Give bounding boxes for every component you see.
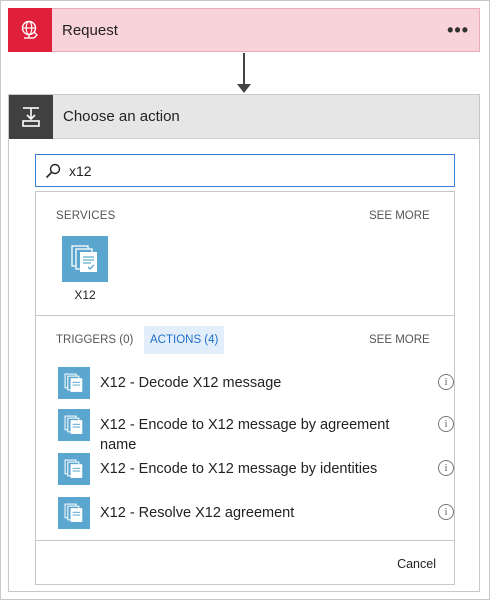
info-icon[interactable]: i bbox=[438, 374, 454, 390]
search-box[interactable] bbox=[35, 154, 455, 187]
tab-actions[interactable]: ACTIONS (4) bbox=[144, 326, 225, 354]
action-step-icon bbox=[9, 94, 53, 139]
info-icon[interactable]: i bbox=[438, 460, 454, 476]
search-icon bbox=[45, 163, 61, 179]
footer-divider bbox=[36, 540, 454, 541]
action-item-encode-by-identities[interactable]: X12 - Encode to X12 message by identitie… bbox=[58, 453, 454, 485]
x12-service-icon bbox=[71, 245, 97, 272]
action-item-label: X12 - Encode to X12 message by identitie… bbox=[100, 461, 378, 477]
x12-action-icon bbox=[58, 409, 90, 441]
action-item-decode[interactable]: X12 - Decode X12 message i bbox=[58, 367, 454, 399]
services-see-more-link[interactable]: SEE MORE bbox=[369, 210, 430, 222]
info-icon[interactable]: i bbox=[438, 504, 454, 520]
services-header: SERVICES bbox=[56, 210, 116, 222]
x12-service-tile[interactable] bbox=[62, 236, 108, 282]
connector-arrow-icon bbox=[237, 84, 251, 93]
info-icon[interactable]: i bbox=[438, 416, 454, 432]
action-card-title: Choose an action bbox=[63, 108, 180, 125]
globe-request-icon bbox=[8, 8, 52, 52]
action-item-label: X12 - Resolve X12 agreement bbox=[100, 505, 295, 521]
action-item-resolve-agreement[interactable]: X12 - Resolve X12 agreement i bbox=[58, 497, 454, 529]
connector-line bbox=[243, 53, 245, 85]
x12-action-icon bbox=[58, 367, 90, 399]
choose-action-card: Choose an action SERVICES SEE MORE X12 bbox=[8, 94, 480, 592]
results-panel: SERVICES SEE MORE X12 TRIGGERS (0) ACTIO… bbox=[35, 191, 455, 585]
request-trigger-card[interactable]: Request ••• bbox=[8, 8, 480, 52]
section-divider bbox=[36, 315, 454, 316]
request-title: Request bbox=[62, 21, 118, 39]
action-item-label: X12 - Decode X12 message bbox=[100, 375, 282, 391]
action-item-label: X12 - Encode to X12 message by agreement… bbox=[100, 417, 390, 453]
x12-action-icon bbox=[58, 497, 90, 529]
x12-service-label: X12 bbox=[74, 288, 96, 302]
actions-see-more-link[interactable]: SEE MORE bbox=[369, 334, 430, 346]
action-item-encode-by-agreement[interactable]: X12 - Encode to X12 message by agreement… bbox=[58, 409, 454, 455]
more-options-icon[interactable]: ••• bbox=[447, 21, 469, 39]
search-input[interactable] bbox=[69, 162, 429, 179]
action-card-header[interactable]: Choose an action bbox=[9, 94, 479, 139]
x12-action-icon bbox=[58, 453, 90, 485]
tab-triggers[interactable]: TRIGGERS (0) bbox=[56, 334, 133, 346]
cancel-button[interactable]: Cancel bbox=[397, 557, 436, 571]
